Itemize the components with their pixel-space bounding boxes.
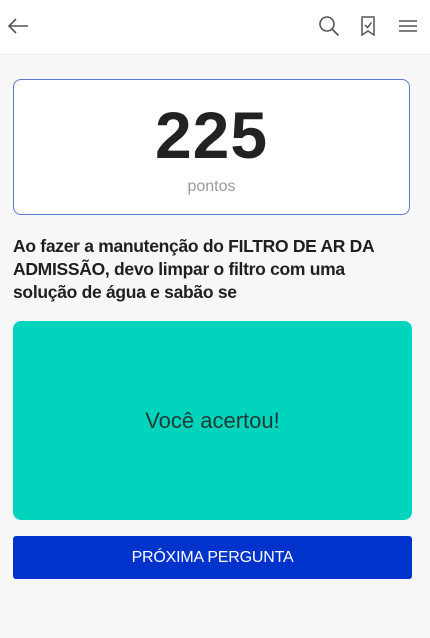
- score-value: 225: [154, 98, 269, 172]
- feedback-panel: Você acertou!: [13, 321, 412, 520]
- feedback-text: Você acertou!: [145, 407, 280, 433]
- search-button[interactable]: [311, 8, 347, 44]
- top-bar: [0, 0, 430, 55]
- arrow-left-icon: [6, 16, 30, 36]
- bookmark-button[interactable]: [350, 8, 386, 44]
- bookmark-check-icon: [360, 15, 376, 37]
- next-question-button[interactable]: PRÓXIMA PERGUNTA: [13, 536, 412, 579]
- menu-button[interactable]: [390, 8, 426, 44]
- search-icon: [318, 15, 340, 37]
- score-label: pontos: [187, 178, 236, 195]
- score-card: 225 pontos: [13, 79, 410, 215]
- hamburger-menu-icon: [398, 18, 418, 34]
- question-text: Ao fazer a manutenção do FILTRO DE AR DA…: [13, 236, 374, 302]
- back-button[interactable]: [0, 8, 36, 44]
